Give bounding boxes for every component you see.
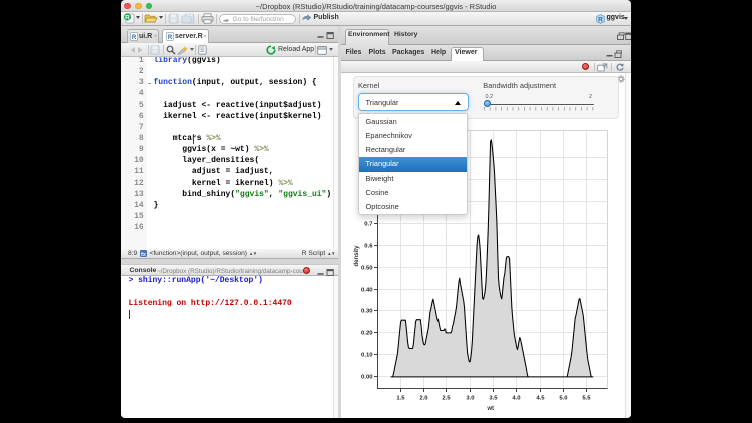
svg-text:5.0: 5.0 (559, 396, 568, 402)
svg-text:density: density (354, 245, 360, 267)
svg-text:R: R (131, 35, 136, 41)
svg-text:0.30: 0.30 (361, 309, 373, 315)
svg-text:0.10: 0.10 (361, 353, 373, 359)
svg-text:1.5: 1.5 (396, 396, 405, 402)
svg-text:3.5: 3.5 (489, 396, 498, 402)
svg-text:R: R (167, 35, 172, 41)
svg-text:2.5: 2.5 (442, 396, 451, 402)
svg-text:0.20: 0.20 (361, 331, 373, 337)
svg-text:0.40: 0.40 (361, 288, 373, 294)
svg-text:2.0: 2.0 (419, 396, 428, 402)
svg-text:0.7: 0.7 (364, 222, 373, 228)
svg-text:R: R (125, 14, 130, 21)
svg-text:3.0: 3.0 (466, 396, 475, 402)
svg-text:0.6: 0.6 (364, 244, 373, 250)
svg-text:0.00: 0.00 (361, 375, 373, 381)
svg-text:0.50: 0.50 (361, 266, 373, 272)
svg-text:4.5: 4.5 (536, 396, 545, 402)
svg-text:R: R (598, 16, 603, 23)
svg-text:4.0: 4.0 (512, 396, 521, 402)
svg-text:wt: wt (486, 406, 494, 412)
svg-text:5.5: 5.5 (582, 396, 591, 402)
